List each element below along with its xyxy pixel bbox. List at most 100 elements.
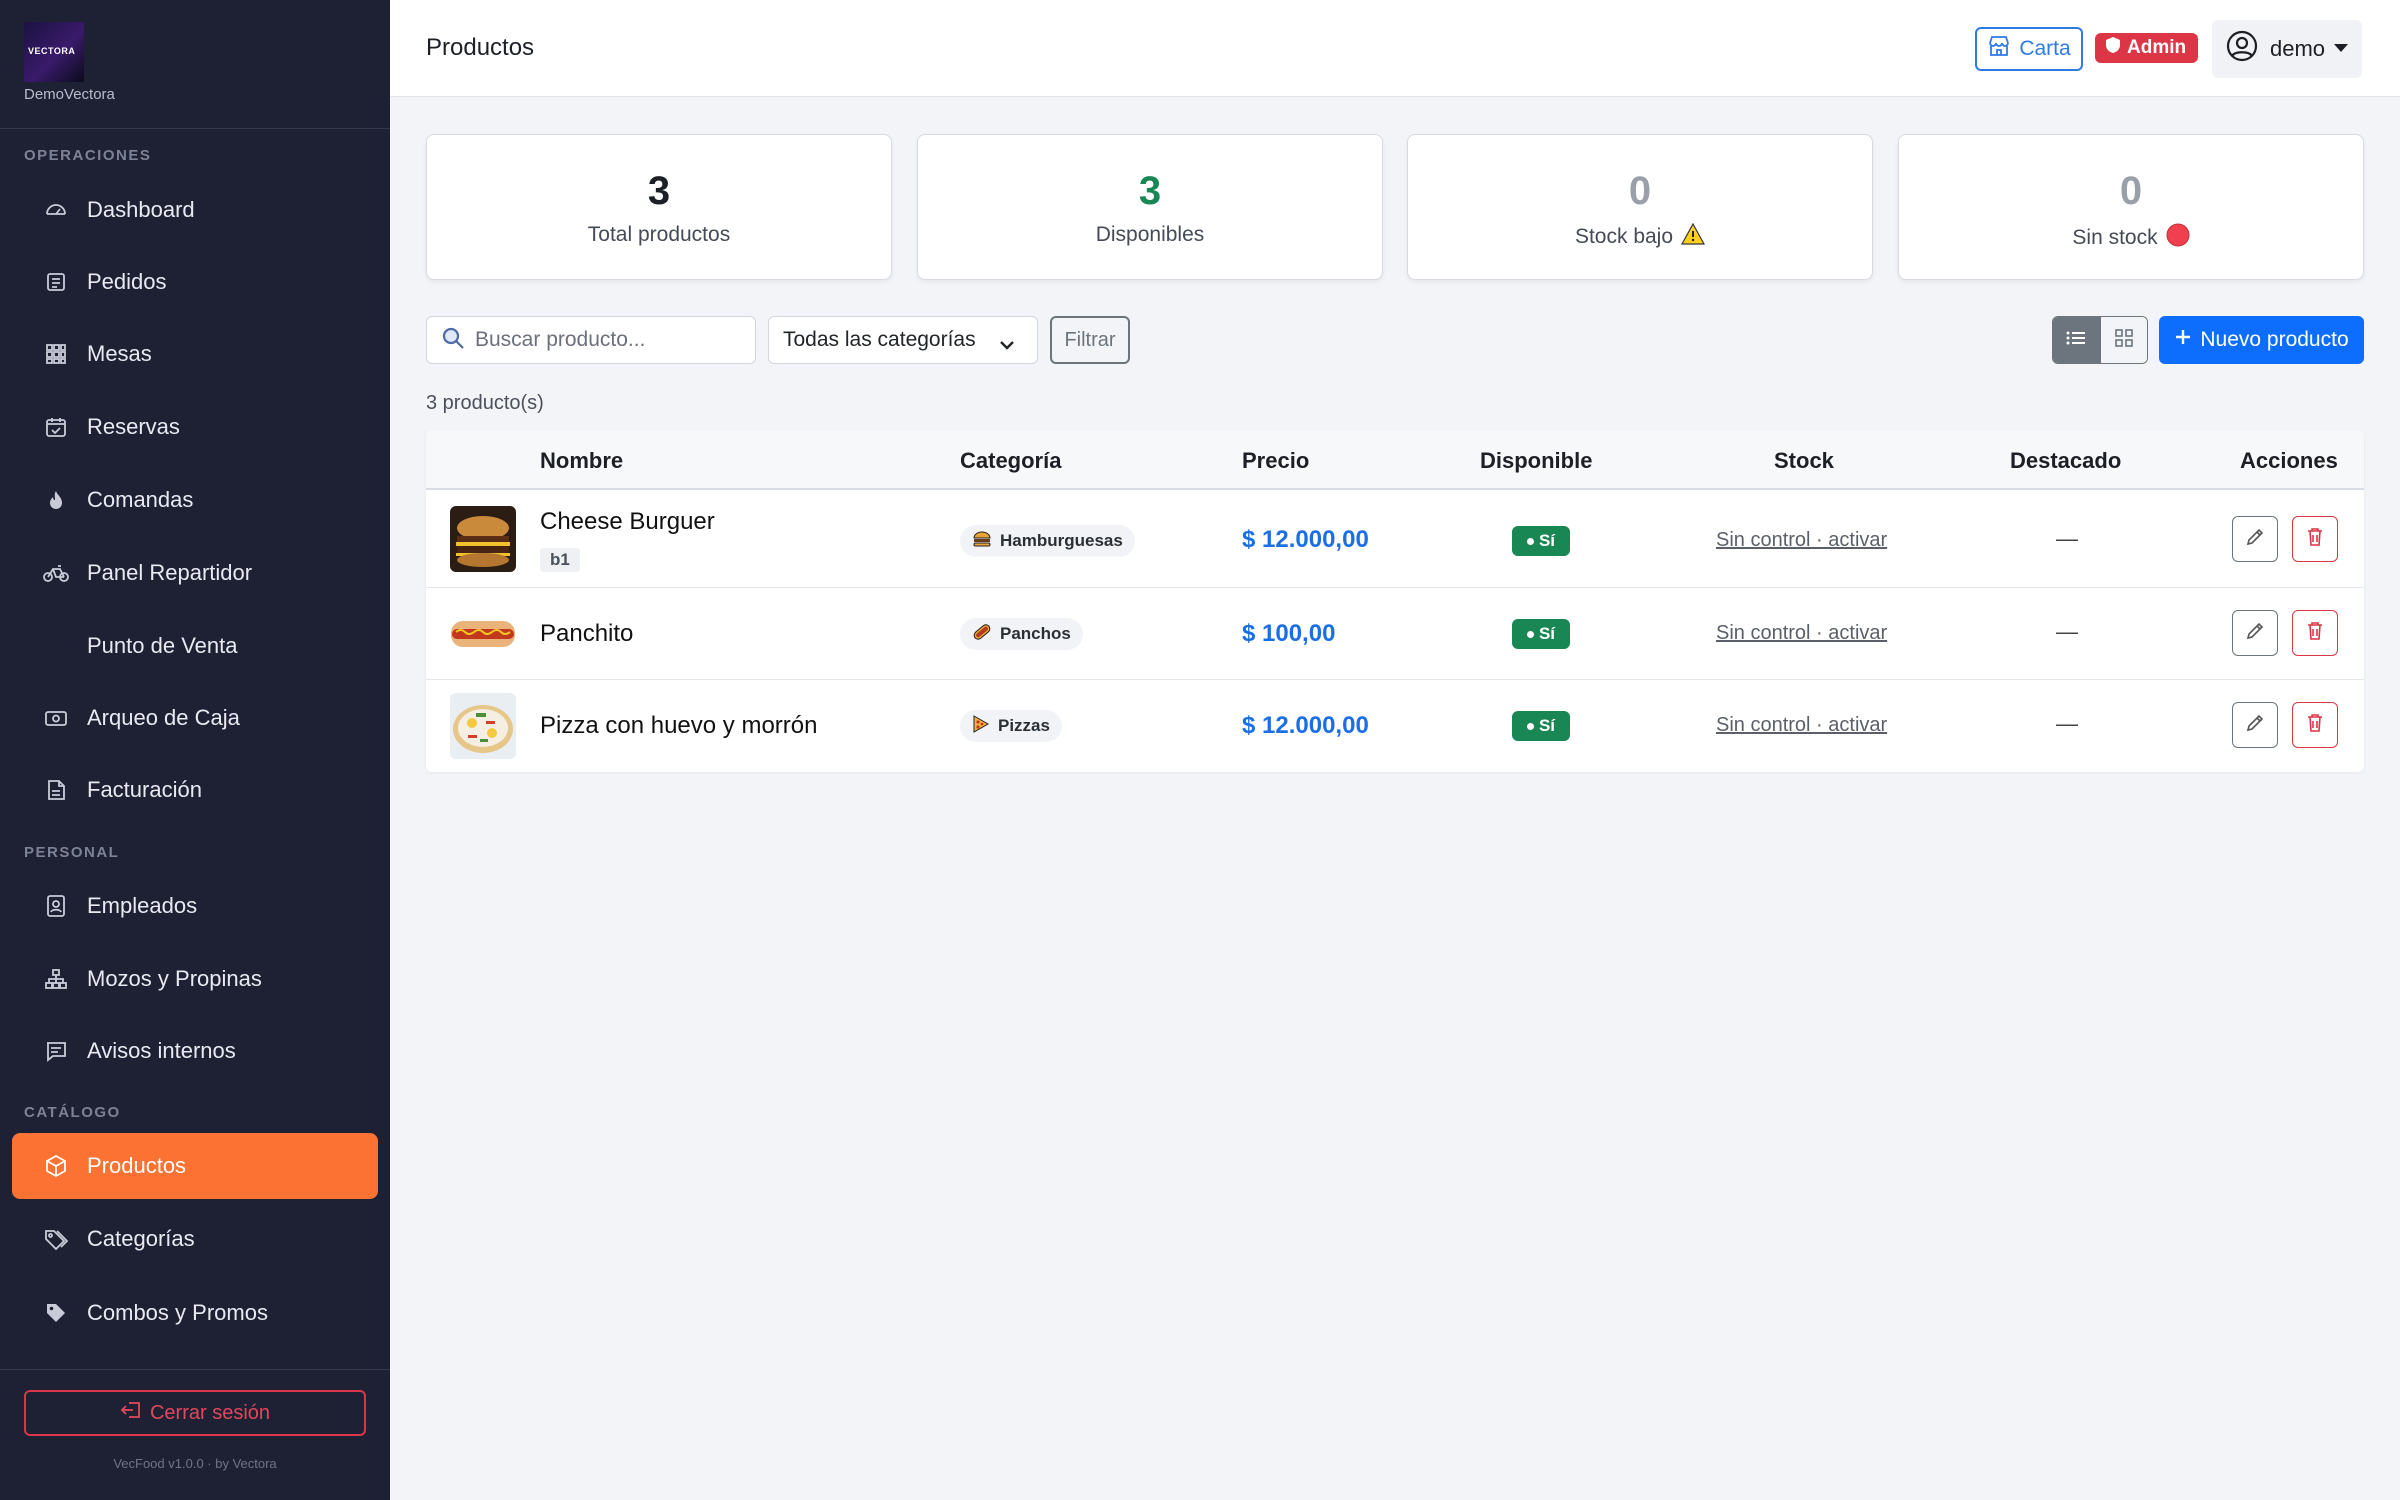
sidebar-item-mesas[interactable]: Mesas (12, 321, 378, 387)
logout-button[interactable]: Cerrar sesión (24, 1390, 366, 1436)
sidebar-item-label: Mozos y Propinas (87, 966, 262, 991)
sidebar-item-arqueo-de-caja[interactable]: Arqueo de Caja (12, 685, 378, 751)
trash-icon (2306, 621, 2324, 646)
file-text-icon (43, 777, 69, 803)
box-icon (43, 1153, 69, 1179)
product-thumbnail (450, 601, 516, 667)
red-circle-icon (2166, 223, 2190, 253)
category-badge: Panchos (960, 618, 1083, 650)
category-badge: Hamburguesas (960, 525, 1135, 557)
available-badge[interactable]: Sí (1512, 526, 1570, 556)
column-header[interactable]: Stock (1774, 448, 1834, 474)
stat-value: 3 (647, 169, 671, 213)
dot-icon (1526, 722, 1534, 730)
sidebar-item-mozos-y-propinas[interactable]: Mozos y Propinas (12, 946, 378, 1012)
sidebar-item-comandas[interactable]: Comandas (12, 467, 378, 533)
product-name[interactable]: Pizza con huevo y morrón (540, 712, 817, 740)
sidebar: VECTORA DemoVectora OPERACIONES Dashboar… (0, 0, 390, 1500)
search-box[interactable] (426, 316, 756, 364)
table-row[interactable]: Panchito Panchos $ 100,00 Sí Sin control… (426, 588, 2364, 680)
sidebar-item-empleados[interactable]: Empleados (12, 873, 378, 939)
column-header[interactable]: Nombre (540, 448, 623, 474)
edit-button[interactable] (2232, 516, 2278, 562)
tags-icon (43, 1226, 69, 1252)
stat-value: 0 (1628, 169, 1652, 213)
product-count: 3 producto(s) (426, 392, 544, 414)
column-header[interactable]: Categoría (960, 448, 1061, 474)
edit-button[interactable] (2232, 702, 2278, 748)
column-header[interactable]: Precio (1242, 448, 1309, 474)
pencil-icon (2245, 527, 2265, 552)
sidebar-item-pedidos[interactable]: Pedidos (12, 249, 378, 315)
category-badge: Pizzas (960, 710, 1062, 742)
product-thumbnail (450, 506, 516, 572)
delete-button[interactable] (2292, 516, 2338, 562)
sidebar-item-panel-repartidor[interactable]: Panel Repartidor (12, 540, 378, 606)
featured-value: — (2056, 711, 2078, 736)
tag-icon (43, 1300, 69, 1326)
carta-button[interactable]: Carta (1975, 27, 2083, 71)
sidebar-item-dashboard[interactable]: Dashboard (12, 177, 378, 243)
stat-label-text: Stock bajo (1574, 225, 1674, 248)
available-badge[interactable]: Sí (1512, 711, 1570, 741)
available-badge[interactable]: Sí (1512, 619, 1570, 649)
edit-button[interactable] (2232, 610, 2278, 656)
sidebar-item-label: Productos (87, 1153, 187, 1178)
delete-button[interactable] (2292, 702, 2338, 748)
grid-view-button[interactable] (2099, 317, 2147, 363)
stock-activate-link[interactable]: Sin control · activar (1716, 529, 1887, 552)
delete-button[interactable] (2292, 610, 2338, 656)
new-product-button[interactable]: Nuevo producto (2159, 316, 2364, 364)
product-name[interactable]: Cheese Burguer (540, 508, 715, 536)
list-view-button[interactable] (2053, 317, 2100, 363)
stat-label-text: Total productos (587, 223, 731, 246)
product-price: $ 12.000,00 (1242, 712, 1369, 739)
stat-card-disponibles: 3 Disponibles (917, 134, 1383, 280)
sidebar-item-reservas[interactable]: Reservas (12, 394, 378, 460)
stat-value: 0 (2119, 169, 2143, 213)
pencil-icon (2245, 713, 2265, 738)
search-input[interactable] (475, 328, 745, 352)
sidebar-item-punto-de-venta[interactable]: Punto de Venta (12, 613, 378, 679)
column-header[interactable]: Destacado (2010, 448, 2121, 474)
divider (0, 1369, 390, 1370)
speedometer-icon (43, 197, 69, 223)
column-header[interactable]: Acciones (2240, 448, 2338, 474)
sidebar-item-label: Combos y Promos (87, 1300, 268, 1325)
stat-label: Disponibles (918, 223, 1382, 247)
product-name[interactable]: Panchito (540, 620, 633, 648)
brand[interactable]: VECTORA DemoVectora (24, 22, 115, 103)
products-table: Nombre Categoría Precio Disponible Stock… (426, 430, 2364, 772)
stat-card-sin-stock: 0 Sin stock (1898, 134, 2364, 280)
sidebar-item-label: Categorías (87, 1226, 195, 1251)
user-menu-button[interactable]: demo (2212, 20, 2362, 78)
brand-logo: VECTORA (24, 22, 84, 82)
stock-activate-link[interactable]: Sin control · activar (1716, 714, 1887, 737)
sidebar-item-label: Comandas (87, 487, 194, 512)
sidebar-item-avisos-internos[interactable]: Avisos internos (12, 1018, 378, 1084)
filter-button[interactable]: Filtrar (1050, 316, 1130, 364)
admin-label: Admin (2127, 37, 2187, 58)
featured-value: — (2056, 526, 2078, 551)
category-select-value: Todas las categorías (783, 328, 976, 351)
table-row[interactable]: Pizza con huevo y morrón Pizzas $ 12.000… (426, 680, 2364, 772)
sidebar-item-productos[interactable]: Productos (12, 1133, 378, 1199)
section-title-catalogo: CATÁLOGO (24, 1104, 121, 1121)
table-row[interactable]: Cheese Burguer b1 Hamburguesas $ 12.000,… (426, 492, 2364, 588)
stat-label-text: Disponibles (1095, 223, 1205, 246)
stat-label-text: Sin stock (2072, 226, 2158, 249)
sidebar-item-label: Facturación (87, 777, 202, 802)
stat-label: Total productos (427, 223, 891, 247)
sidebar-item-combos-y-promos[interactable]: Combos y Promos (12, 1280, 378, 1346)
stat-label: Sin stock (1899, 223, 2363, 253)
column-header[interactable]: Disponible (1480, 448, 1592, 474)
category-select[interactable]: Todas las categorías (768, 316, 1038, 364)
sidebar-item-facturacion[interactable]: Facturación (12, 757, 378, 823)
sidebar-item-categorias[interactable]: Categorías (12, 1206, 378, 1272)
stock-activate-link[interactable]: Sin control · activar (1716, 622, 1887, 645)
stat-label: Stock bajo (1408, 222, 1872, 251)
sidebar-item-label: Avisos internos (87, 1038, 236, 1063)
carta-label: Carta (2019, 37, 2071, 60)
chevron-down-icon (999, 333, 1015, 357)
dot-icon (1526, 630, 1534, 638)
